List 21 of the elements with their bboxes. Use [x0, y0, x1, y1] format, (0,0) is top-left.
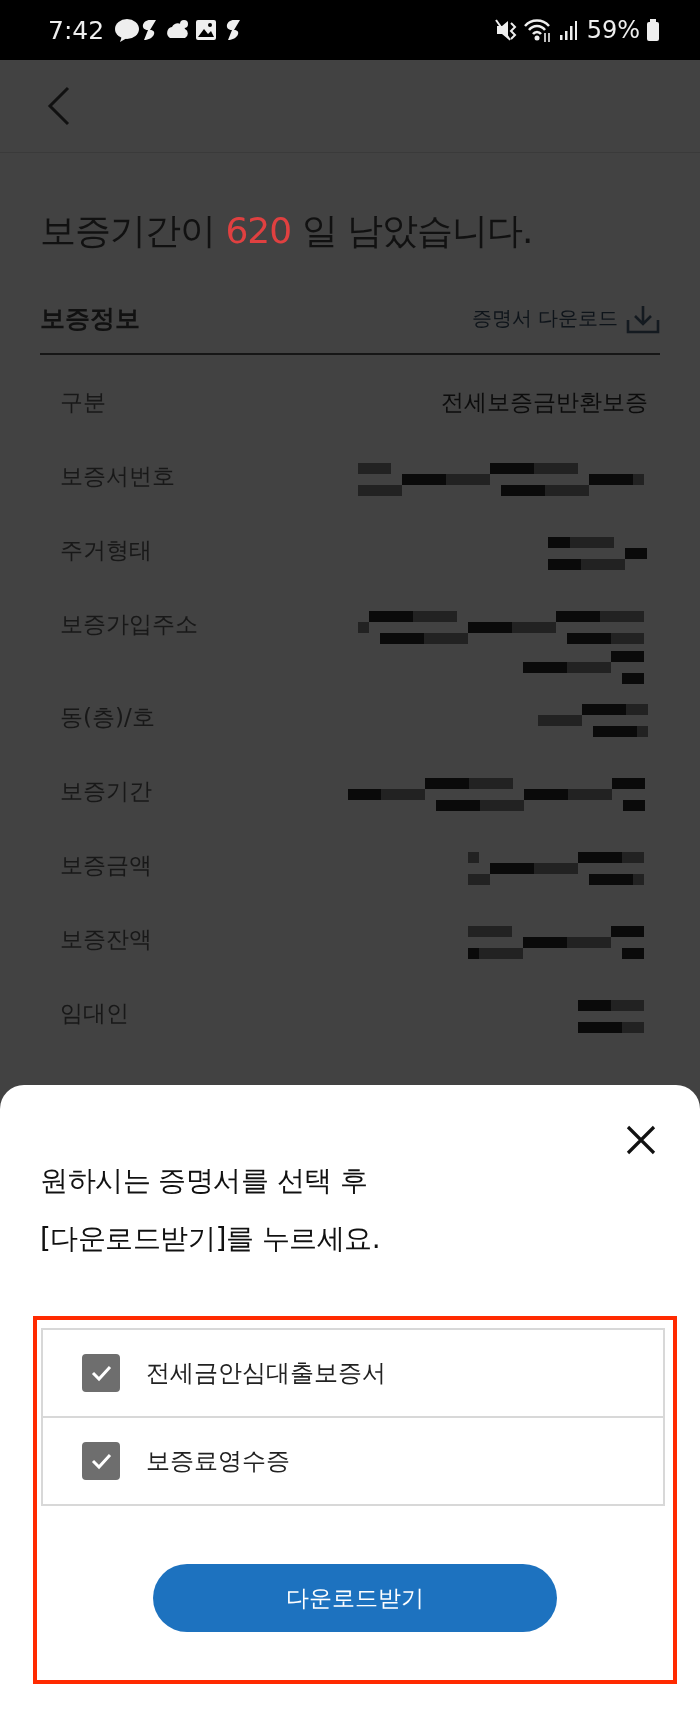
certificate-option[interactable]: 전세금안심대출보증서 [43, 1330, 663, 1416]
checkbox[interactable] [82, 1354, 120, 1392]
status-time: 7:42 [48, 15, 105, 45]
checkbox[interactable] [82, 1442, 120, 1480]
battery-percent: 59% [586, 16, 640, 44]
image-icon [196, 20, 217, 40]
instruction-text: 원하시는 증명서를 선택 후 [40, 1163, 369, 1199]
battery-icon [646, 18, 660, 42]
bolt-icon [227, 20, 241, 40]
chat-bubble-icon [115, 19, 140, 42]
bolt-icon [143, 20, 157, 40]
signal-icon [558, 18, 577, 42]
instruction-text: [다운로드받기]를 누르세요. [40, 1221, 381, 1257]
mute-icon [494, 18, 517, 42]
close-icon[interactable] [626, 1125, 656, 1155]
certificate-option[interactable]: 보증료영수증 [43, 1416, 663, 1504]
download-button[interactable]: 다운로드받기 [153, 1564, 557, 1632]
weather-icon [167, 20, 189, 38]
check-icon [89, 1451, 113, 1471]
check-icon [89, 1363, 113, 1383]
wifi-icon [522, 17, 553, 43]
